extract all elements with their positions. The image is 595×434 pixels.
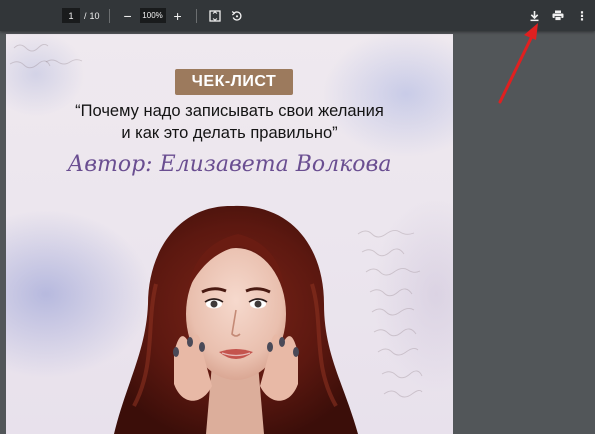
fit-page-button[interactable] <box>206 7 224 25</box>
zoom-level-input[interactable] <box>139 8 166 23</box>
pdf-page: ЧЕК-ЛИСТ “Почему надо записывать свои же… <box>6 34 453 434</box>
page-separator: / <box>84 10 87 21</box>
download-icon <box>530 10 538 21</box>
fit-page-icon <box>208 9 221 22</box>
download-button[interactable] <box>525 7 543 25</box>
author-portrait <box>114 205 358 434</box>
page-total: 10 <box>89 10 100 21</box>
toolbar-controls: / 10 − + <box>62 0 246 31</box>
page-number-input[interactable] <box>62 8 80 23</box>
toolbar-actions: ⋮ <box>519 0 591 31</box>
rotate-button[interactable] <box>228 7 246 25</box>
rotate-icon <box>231 10 242 21</box>
more-options-button[interactable]: ⋮ <box>573 7 591 25</box>
pdf-toolbar: / 10 − + <box>0 0 595 31</box>
print-icon <box>552 10 564 21</box>
zoom-out-button[interactable]: − <box>119 7 137 25</box>
toolbar-divider <box>108 8 110 23</box>
pdf-viewer-area[interactable]: ЧЕК-ЛИСТ “Почему надо записывать свои же… <box>0 31 595 434</box>
zoom-in-button[interactable]: + <box>169 7 187 25</box>
print-button[interactable] <box>549 7 567 25</box>
toolbar-divider <box>195 8 197 23</box>
